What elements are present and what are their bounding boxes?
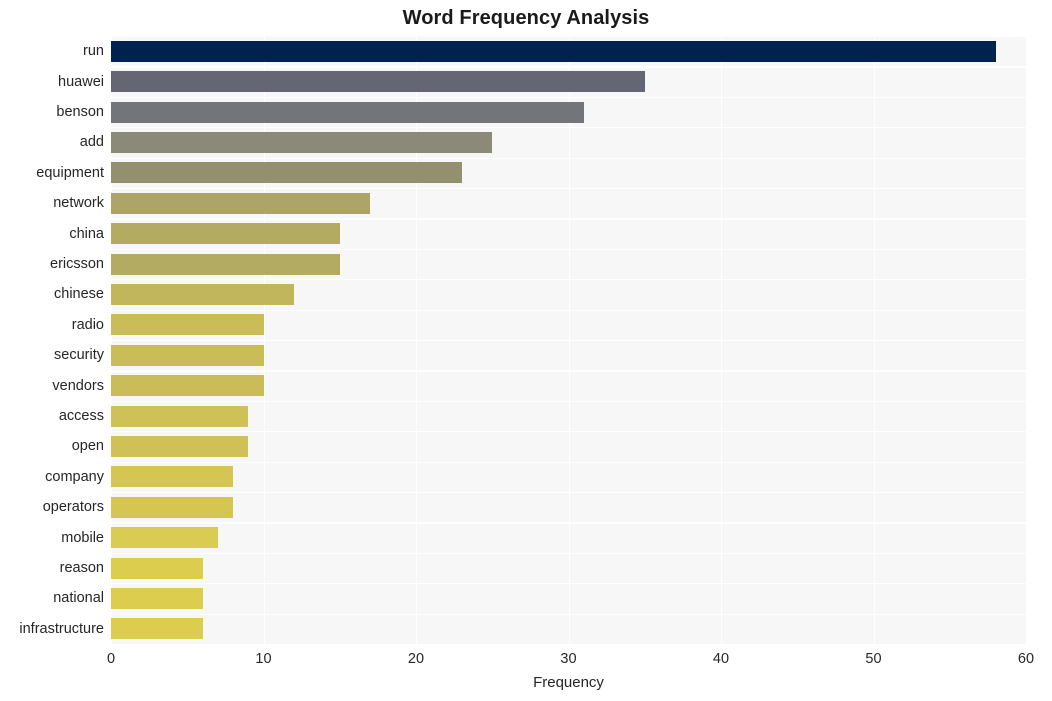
- x-axis-tick-label: 30: [560, 651, 577, 667]
- bar[interactable]: [111, 405, 249, 427]
- bar[interactable]: [111, 101, 584, 123]
- x-axis-tick-label: 60: [1017, 651, 1035, 667]
- y-axis-tick-label: national: [53, 590, 104, 607]
- y-axis-tick-label: access: [58, 408, 104, 424]
- horizontal-gridline: [111, 36, 1026, 38]
- bar[interactable]: [111, 496, 233, 518]
- y-axis-tick-label: network: [53, 195, 104, 212]
- plot-area: [111, 36, 1026, 644]
- horizontal-gridline: [111, 431, 1026, 433]
- y-axis-tick-label: reason: [59, 560, 104, 576]
- horizontal-gridline: [111, 400, 1026, 402]
- y-axis-tick-label: mobile: [61, 529, 104, 546]
- horizontal-gridline: [111, 370, 1026, 372]
- y-axis-tick-label: ericsson: [50, 256, 104, 272]
- bar[interactable]: [111, 587, 203, 609]
- x-axis-tick-label: 0: [106, 651, 116, 667]
- bar[interactable]: [111, 375, 264, 397]
- y-axis-tick-label: security: [54, 347, 104, 364]
- horizontal-gridline: [111, 188, 1026, 190]
- y-axis-tick-label: company: [45, 468, 104, 485]
- bar[interactable]: [111, 527, 218, 549]
- bar[interactable]: [111, 618, 203, 640]
- y-axis-tick-label: chinese: [54, 286, 104, 303]
- horizontal-gridline: [111, 340, 1026, 342]
- horizontal-gridline: [111, 613, 1026, 615]
- chart-figure: Word Frequency Analysis run huawei benson a…: [0, 0, 1052, 701]
- horizontal-gridline: [111, 583, 1026, 585]
- y-axis-tick-label: equipment: [36, 164, 104, 181]
- horizontal-gridline: [111, 279, 1026, 281]
- bar[interactable]: [111, 131, 493, 153]
- y-axis-tick-label: run: [83, 43, 104, 60]
- bar[interactable]: [111, 344, 264, 366]
- bar[interactable]: [111, 40, 996, 62]
- y-axis-tick-label: add: [79, 134, 104, 151]
- horizontal-gridline: [111, 248, 1026, 250]
- horizontal-gridline: [111, 309, 1026, 311]
- horizontal-gridline: [111, 492, 1026, 494]
- chart-title: Word Frequency Analysis: [402, 7, 650, 29]
- bar[interactable]: [111, 283, 294, 305]
- bar[interactable]: [111, 466, 233, 488]
- x-axis-tick-label: 10: [255, 651, 272, 667]
- horizontal-gridline: [111, 522, 1026, 524]
- bar[interactable]: [111, 435, 249, 457]
- horizontal-gridline: [111, 127, 1026, 129]
- bar[interactable]: [111, 557, 203, 579]
- y-axis-tick-label: vendors: [52, 377, 104, 394]
- y-axis-tick-label: benson: [56, 104, 104, 120]
- bar[interactable]: [111, 162, 462, 184]
- y-axis-tick-label: operators: [42, 499, 104, 516]
- y-axis-tick-label: infrastructure: [19, 620, 104, 637]
- horizontal-gridline: [111, 157, 1026, 159]
- bar[interactable]: [111, 192, 371, 214]
- x-axis-tick-label: 40: [712, 651, 730, 667]
- bar[interactable]: [111, 253, 340, 275]
- bar[interactable]: [111, 223, 340, 245]
- bar[interactable]: [111, 71, 645, 93]
- x-axis-label: Frequency: [533, 674, 604, 691]
- horizontal-gridline: [111, 218, 1026, 220]
- bar[interactable]: [111, 314, 264, 336]
- y-axis-tick-label: radio: [71, 316, 104, 333]
- x-axis-tick-label: 20: [407, 651, 425, 667]
- horizontal-gridline: [111, 552, 1026, 554]
- y-axis-tick-label: huawei: [58, 73, 104, 90]
- x-axis-tick-label: 50: [865, 651, 882, 667]
- horizontal-gridline: [111, 96, 1026, 98]
- horizontal-gridline: [111, 66, 1026, 68]
- horizontal-gridline: [111, 461, 1026, 463]
- y-axis-tick-label: open: [71, 438, 104, 455]
- y-axis-tick-label: china: [69, 225, 104, 242]
